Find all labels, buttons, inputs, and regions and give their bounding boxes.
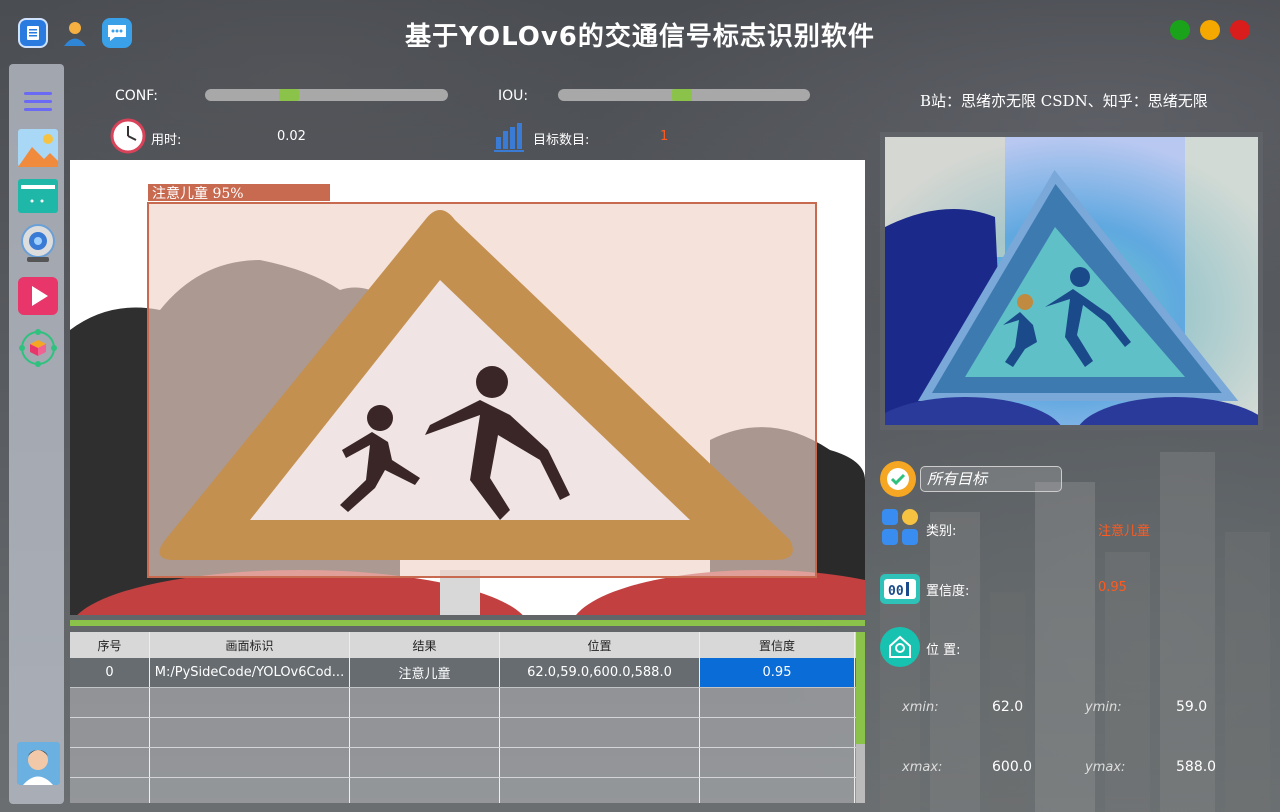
cell-source[interactable]	[150, 688, 350, 717]
author-credit: B站：思绪亦无限 CSDN、知乎：思绪无限	[920, 92, 1208, 110]
minimize-button[interactable]	[1170, 20, 1190, 40]
table-scrollbar[interactable]	[856, 632, 865, 803]
cell-confidence[interactable]	[700, 748, 855, 777]
cell-index[interactable]	[70, 718, 150, 747]
cell-source[interactable]	[150, 718, 350, 747]
confidence-label: 置信度:	[926, 584, 970, 599]
cell-position[interactable]	[500, 748, 700, 777]
window-controls	[1170, 20, 1250, 40]
col-source[interactable]: 画面标识	[150, 632, 350, 658]
confidence-icon: 00	[879, 570, 921, 610]
cell-source[interactable]: M:/PySideCode/YOLOv6Cod...	[150, 658, 350, 687]
app-title: 基于YOLOv6的交通信号标志识别软件	[405, 22, 875, 52]
detection-image-view: 注意儿童 95%	[70, 160, 865, 615]
ymax-label: ymax:	[1085, 760, 1126, 775]
class-label: 类别:	[926, 524, 957, 539]
bar-chart-icon	[494, 121, 524, 157]
camera-icon[interactable]	[18, 224, 58, 264]
table-scrollbar-thumb[interactable]	[856, 632, 865, 744]
col-confidence[interactable]: 置信度	[700, 632, 855, 658]
svg-text:00: 00	[888, 584, 904, 599]
location-icon	[880, 627, 920, 667]
cell-position[interactable]	[500, 718, 700, 747]
cell-position[interactable]	[500, 688, 700, 717]
category-icon	[881, 508, 919, 550]
cell-index[interactable]	[70, 748, 150, 777]
detection-label: 注意儿童 95%	[152, 185, 244, 202]
folder-icon[interactable]	[18, 176, 58, 216]
col-index[interactable]: 序号	[70, 632, 150, 658]
cell-index[interactable]: 0	[70, 658, 150, 687]
result-table: 序号 画面标识 结果 位置 置信度 0 M:/PySideCode/YOLOv6…	[70, 632, 865, 803]
heatmap-frame	[880, 132, 1263, 430]
cell-index[interactable]	[70, 688, 150, 717]
cell-position[interactable]: 62.0,59.0,600.0,588.0	[500, 658, 700, 687]
table-row[interactable]	[70, 778, 865, 803]
iou-label: IOU:	[498, 88, 529, 104]
table-row[interactable]	[70, 748, 865, 778]
ymin-label: ymin:	[1085, 700, 1122, 715]
ymin-value: 59.0	[1176, 699, 1208, 715]
conf-slider[interactable]	[205, 89, 448, 101]
xmin-label: xmin:	[902, 700, 939, 715]
target-select[interactable]: 所有目标	[920, 466, 1062, 492]
maximize-button[interactable]	[1200, 20, 1220, 40]
xmax-label: xmax:	[902, 760, 943, 775]
time-value: 0.02	[277, 129, 306, 144]
confidence-value: 0.95	[1098, 580, 1127, 595]
cell-confidence[interactable]	[700, 688, 855, 717]
avatar[interactable]	[17, 742, 60, 785]
table-header: 序号 画面标识 结果 位置 置信度	[70, 632, 865, 658]
progress-bar	[70, 620, 865, 626]
class-value: 注意儿童	[1098, 524, 1151, 539]
model-icon[interactable]	[18, 328, 58, 368]
cell-result[interactable]: 注意儿童	[350, 658, 500, 687]
background-city-image	[880, 452, 1270, 812]
xmax-value: 600.0	[992, 759, 1033, 775]
position-label: 位 置:	[926, 643, 961, 658]
cell-source[interactable]	[150, 748, 350, 777]
close-button[interactable]	[1230, 20, 1250, 40]
checkmark-icon	[880, 461, 916, 497]
sidebar	[9, 64, 64, 804]
menu-icon[interactable]	[18, 82, 58, 122]
cell-confidence[interactable]: 0.95	[700, 658, 855, 687]
conf-slider-thumb[interactable]	[279, 89, 299, 101]
col-position[interactable]: 位置	[500, 632, 700, 658]
video-icon[interactable]	[18, 276, 58, 316]
count-value: 1	[660, 129, 669, 144]
table-row[interactable]	[70, 718, 865, 748]
cell-result[interactable]	[350, 748, 500, 777]
clock-icon	[110, 118, 146, 158]
table-row[interactable]	[70, 688, 865, 718]
col-result[interactable]: 结果	[350, 632, 500, 658]
conf-label: CONF:	[115, 88, 158, 104]
ymax-value: 588.0	[1176, 759, 1217, 775]
cell-confidence[interactable]	[700, 778, 855, 803]
cell-result[interactable]	[350, 688, 500, 717]
count-label: 目标数目:	[533, 133, 590, 148]
iou-slider-thumb[interactable]	[672, 89, 692, 101]
cell-source[interactable]	[150, 778, 350, 803]
time-label: 用时:	[151, 133, 182, 148]
cell-confidence[interactable]	[700, 718, 855, 747]
image-file-icon[interactable]	[18, 128, 58, 168]
xmin-value: 62.0	[992, 699, 1024, 715]
cell-result[interactable]	[350, 718, 500, 747]
cell-index[interactable]	[70, 778, 150, 803]
iou-slider[interactable]	[558, 89, 810, 101]
heatmap-image	[885, 137, 1258, 425]
table-row[interactable]: 0 M:/PySideCode/YOLOv6Cod... 注意儿童 62.0,5…	[70, 658, 865, 688]
cell-result[interactable]	[350, 778, 500, 803]
cell-position[interactable]	[500, 778, 700, 803]
